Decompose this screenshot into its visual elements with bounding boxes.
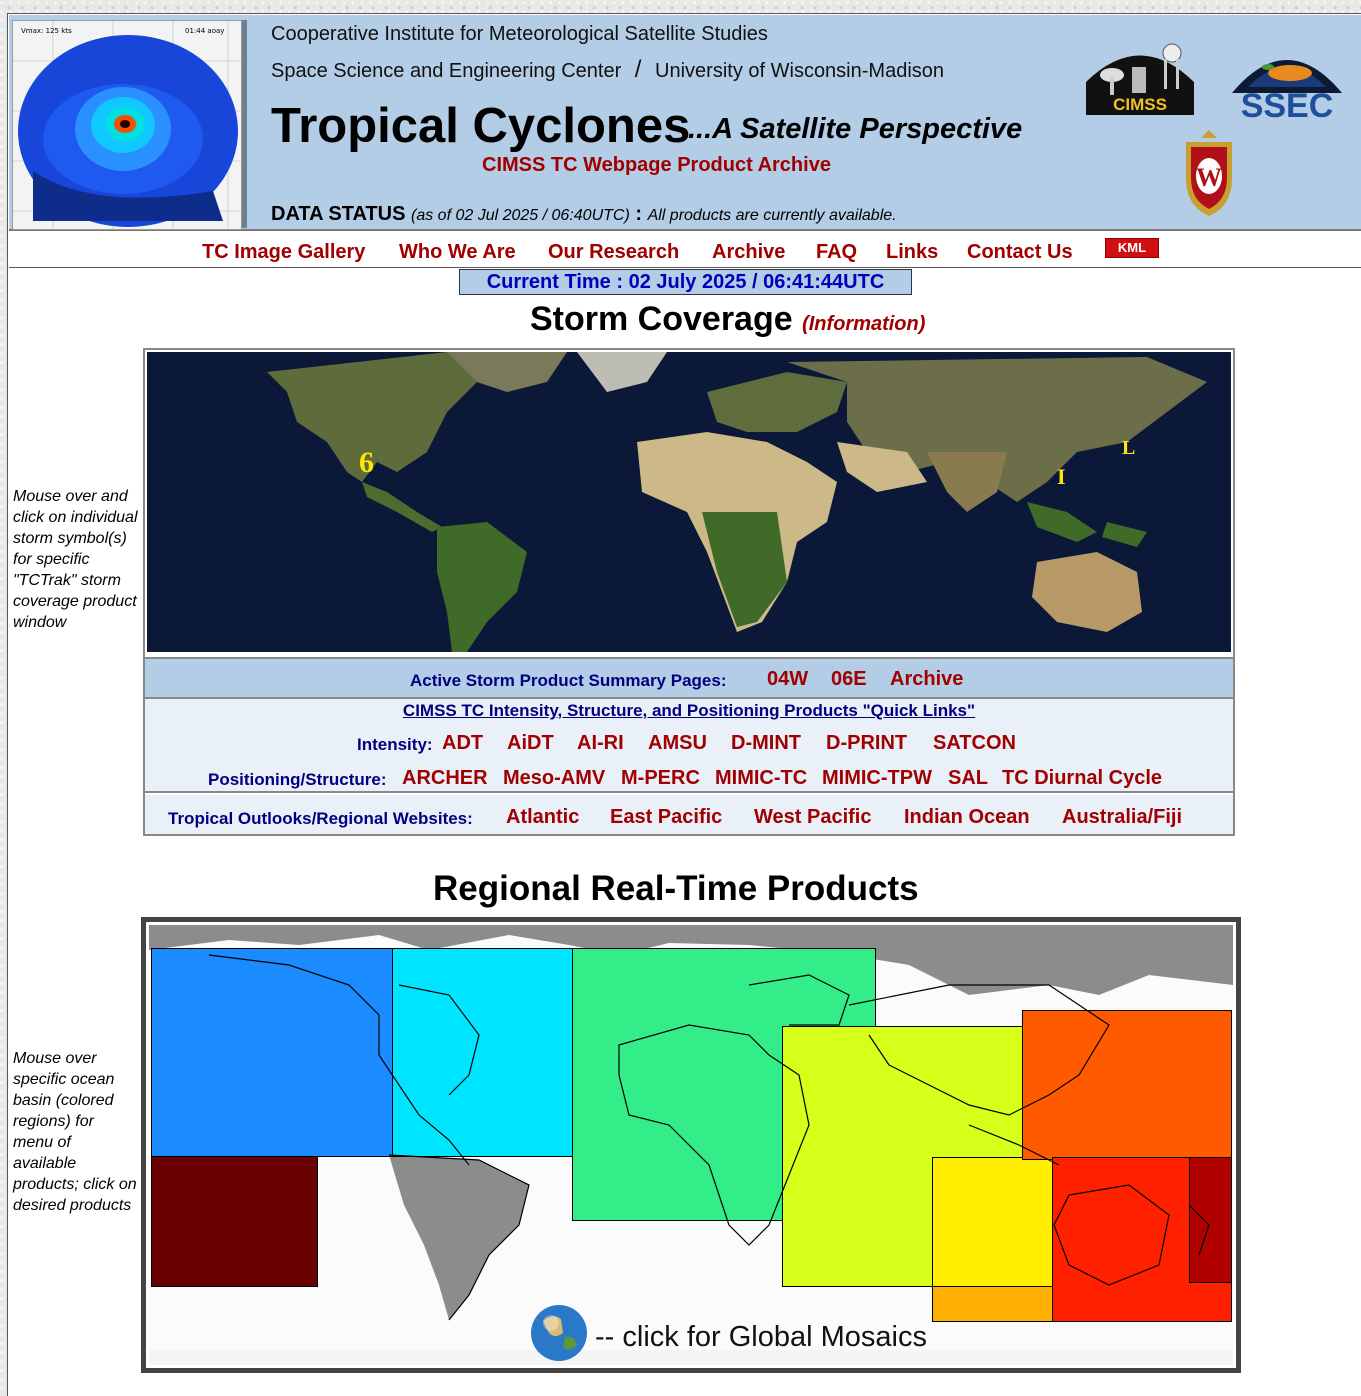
- intensity-d-mint[interactable]: D-MINT: [731, 732, 801, 755]
- positioning-mimic-tc[interactable]: MIMIC-TC: [715, 767, 807, 790]
- nav-our-research[interactable]: Our Research: [548, 241, 679, 264]
- intensity-aidt[interactable]: AiDT: [507, 732, 554, 755]
- positioning-meso-amv[interactable]: Meso-AMV: [503, 767, 605, 790]
- positioning-archer[interactable]: ARCHER: [402, 767, 488, 790]
- storm-symbol-04w-icon[interactable]: I: [1057, 464, 1066, 489]
- active-storm-row: Active Storm Product Summary Pages: 04W …: [145, 657, 1233, 699]
- storm-coverage-info-link[interactable]: (Information): [802, 313, 925, 335]
- world-map-image: 6 I L: [147, 352, 1231, 652]
- status-message: All products are currently available.: [647, 207, 897, 224]
- intensity-amsu[interactable]: AMSU: [648, 732, 707, 755]
- storm-symbol-low[interactable]: L: [1122, 437, 1135, 459]
- globe-icon: [531, 1305, 587, 1361]
- header-banner: Vmax: 125 kts 01:44 aoay Cooperative Ins…: [9, 15, 1361, 231]
- quick-links-link[interactable]: CIMSS TC Intensity, Structure, and Posit…: [145, 701, 1233, 721]
- outlook-indian-ocean[interactable]: Indian Ocean: [904, 806, 1030, 829]
- intensity-d-print[interactable]: D-PRINT: [826, 732, 907, 755]
- uw-crest[interactable]: W: [1182, 128, 1236, 218]
- cimss-logo[interactable]: CIMSS: [1084, 37, 1196, 117]
- quick-links-panel: CIMSS TC Intensity, Structure, and Posit…: [145, 699, 1233, 793]
- uw-crest-letter: W: [1196, 163, 1222, 192]
- regional-side-note: Mouse over specific ocean basin (colored…: [13, 1050, 137, 1214]
- intensity-label: Intensity:: [357, 735, 433, 754]
- storm-coverage-title: Storm Coverage: [530, 300, 793, 338]
- page: Vmax: 125 kts 01:44 aoay Cooperative Ins…: [7, 13, 1361, 1396]
- regional-map-panel: -- click for Global Mosaics: [141, 917, 1241, 1373]
- nav-tc-image-gallery[interactable]: TC Image Gallery: [202, 241, 365, 264]
- regional-map: -- click for Global Mosaics: [149, 925, 1233, 1365]
- storm-coverage-panel: 6 I L Active Storm Product Summary Pages…: [143, 348, 1235, 836]
- intensity-satcon[interactable]: SATCON: [933, 732, 1016, 755]
- university-name: University of Wisconsin-Madison: [655, 60, 945, 82]
- main-nav: TC Image Gallery Who We Are Our Research…: [9, 231, 1361, 268]
- positioning-mimic-tpw[interactable]: MIMIC-TPW: [822, 767, 932, 790]
- storm-symbol-06e-icon[interactable]: 6: [359, 446, 374, 479]
- intensity-adt[interactable]: ADT: [442, 732, 483, 755]
- basin-south-pacific[interactable]: [1189, 1157, 1232, 1283]
- thumb-label-right: 01:44 aoay: [185, 27, 224, 35]
- outlooks-row: Tropical Outlooks/Regional Websites: Atl…: [145, 795, 1233, 834]
- basin-east-pacific[interactable]: [151, 948, 393, 1157]
- center-separator: /: [634, 56, 642, 83]
- positioning-label: Positioning/Structure:: [208, 770, 387, 789]
- status-asof: (as of 02 Jul 2025 / 06:40UTC): [411, 207, 630, 224]
- ssec-logo-text: SSEC: [1241, 87, 1334, 121]
- global-mosaics-text: -- click for Global Mosaics: [595, 1321, 927, 1353]
- center-line: Space Science and Engineering Center / U…: [271, 56, 944, 84]
- data-status: DATA STATUS (as of 02 Jul 2025 / 06:40UT…: [271, 203, 897, 226]
- intensity-ai-ri[interactable]: AI-RI: [577, 732, 624, 755]
- cimss-logo-text: CIMSS: [1113, 95, 1167, 114]
- thumb-label-left: Vmax: 125 kts: [21, 27, 72, 35]
- nav-links[interactable]: Links: [886, 241, 938, 264]
- nav-archive[interactable]: Archive: [712, 241, 785, 264]
- nav-who-we-are[interactable]: Who We Are: [399, 241, 516, 264]
- basin-south-atlantic[interactable]: [151, 1156, 318, 1287]
- status-label: DATA STATUS: [271, 203, 406, 225]
- basin-indian-south[interactable]: [932, 1157, 1054, 1287]
- storm-side-note: Mouse over and click on individual storm…: [13, 488, 138, 631]
- archive-title: CIMSS TC Webpage Product Archive: [482, 154, 831, 176]
- kml-button[interactable]: KML: [1105, 238, 1159, 258]
- basin-atlantic-west[interactable]: [392, 948, 602, 1157]
- basin-west-pacific[interactable]: [1022, 1010, 1232, 1160]
- nav-contact-us[interactable]: Contact Us: [967, 241, 1073, 264]
- regional-heading: Regional Real-Time Products: [433, 869, 919, 908]
- ssec-logo[interactable]: SSEC: [1228, 37, 1346, 125]
- page-title: Tropical Cyclones: [271, 99, 691, 153]
- active-storm-04w[interactable]: 04W: [767, 668, 808, 691]
- outlooks-label: Tropical Outlooks/Regional Websites:: [168, 809, 473, 828]
- active-storm-06e[interactable]: 06E: [831, 668, 867, 691]
- active-storm-label: Active Storm Product Summary Pages:: [410, 671, 727, 690]
- center-name: Space Science and Engineering Center: [271, 60, 622, 82]
- page-subtitle: ...A Satellite Perspective: [688, 113, 1023, 145]
- hurricane-image: Vmax: 125 kts 01:44 aoay: [13, 21, 241, 229]
- positioning-m-perc[interactable]: M-PERC: [621, 767, 700, 790]
- institute-name: Cooperative Institute for Meteorological…: [271, 23, 768, 45]
- active-storm-archive[interactable]: Archive: [890, 668, 963, 691]
- positioning-tc-diurnal-cycle[interactable]: TC Diurnal Cycle: [1002, 767, 1162, 790]
- thumbnail-divider: [242, 20, 247, 228]
- outlook-west-pacific[interactable]: West Pacific: [754, 806, 871, 829]
- storm-coverage-heading: Storm Coverage (Information): [530, 300, 925, 339]
- nav-faq[interactable]: FAQ: [816, 241, 857, 264]
- uw-crest-icon: W: [1186, 130, 1232, 216]
- cimss-logo-icon: CIMSS: [1086, 43, 1194, 115]
- positioning-sal[interactable]: SAL: [948, 767, 988, 790]
- current-time: Current Time : 02 July 2025 / 06:41:44UT…: [459, 269, 912, 295]
- outlook-atlantic[interactable]: Atlantic: [506, 806, 579, 829]
- storm-coverage-map[interactable]: 6 I L: [147, 352, 1231, 652]
- outlook-east-pacific[interactable]: East Pacific: [610, 806, 722, 829]
- status-colon: :: [635, 203, 643, 225]
- hurricane-thumbnail[interactable]: Vmax: 125 kts 01:44 aoay: [12, 20, 242, 230]
- outlook-australia-fiji[interactable]: Australia/Fiji: [1062, 806, 1182, 829]
- ssec-logo-icon: SSEC: [1232, 60, 1342, 125]
